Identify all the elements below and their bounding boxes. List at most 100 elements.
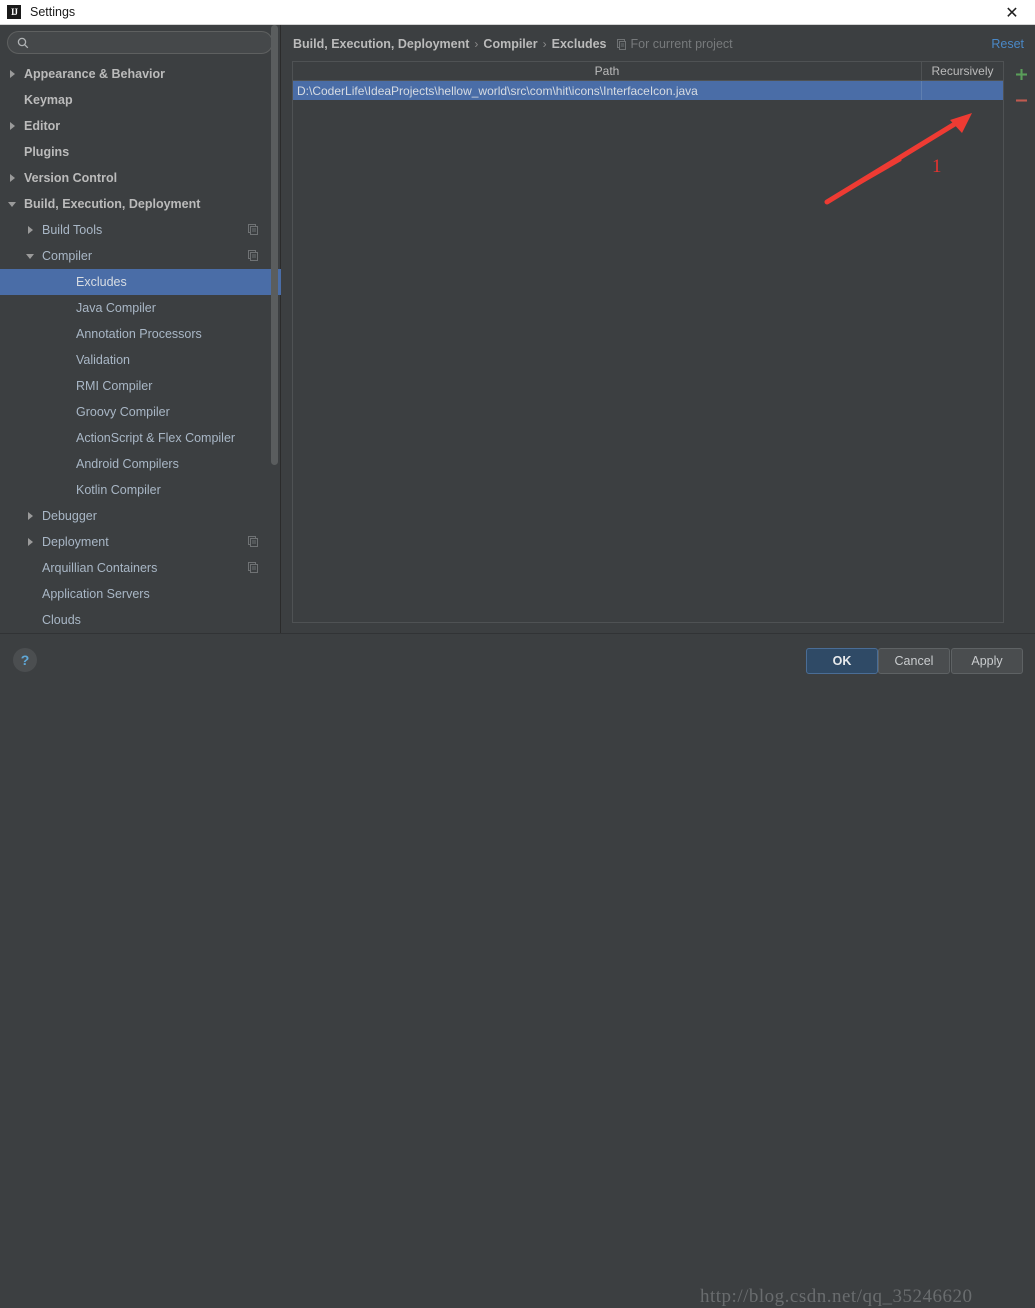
table-row[interactable]: D:\CoderLife\IdeaProjects\hellow_world\s… [293,81,1003,100]
sidebar-item-label: Excludes [76,275,127,289]
sidebar-item-label: Build Tools [42,223,103,237]
search-icon [17,37,29,48]
sidebar-item-version-control[interactable]: Version Control [0,165,281,191]
project-badge-icon [248,536,258,547]
sidebar-item-editor[interactable]: Editor [0,113,281,139]
intellij-logo-icon: IJ [7,5,21,19]
breadcrumb-separator: › [542,37,547,51]
ok-button[interactable]: OK [806,648,878,674]
sidebar-item-label: Arquillian Containers [42,561,158,575]
column-header-path[interactable]: Path [293,62,922,80]
sidebar-item-arquillian-containers[interactable]: Arquillian Containers [0,555,281,581]
sidebar-item-build-tools[interactable]: Build Tools [0,217,281,243]
close-icon[interactable]: ✕ [989,0,1035,25]
sidebar-item-kotlin-compiler[interactable]: Kotlin Compiler [0,477,281,503]
breadcrumb-item-2[interactable]: Excludes [552,37,607,51]
chevron-right-icon[interactable] [8,173,19,184]
sidebar-item-groovy-compiler[interactable]: Groovy Compiler [0,399,281,425]
plus-icon [1015,68,1027,80]
minus-icon [1015,98,1027,102]
sidebar-item-debugger[interactable]: Debugger [0,503,281,529]
watermark-text: http://blog.csdn.net/qq_35246620 [700,1286,973,1307]
dialog-footer: ? http://blog.csdn.net/qq_35246620 OK Ca… [0,633,1035,1307]
sidebar-item-validation[interactable]: Validation [0,347,281,373]
sidebar-item-plugins[interactable]: Plugins [0,139,281,165]
sidebar-item-actionscript-flex-compiler[interactable]: ActionScript & Flex Compiler [0,425,281,451]
sidebar-item-android-compilers[interactable]: Android Compilers [0,451,281,477]
chevron-right-icon[interactable] [26,511,37,522]
sidebar-item-label: Deployment [42,535,109,549]
sidebar-item-clouds[interactable]: Clouds [0,607,281,633]
table-body: D:\CoderLife\IdeaProjects\hellow_world\s… [293,81,1003,100]
sidebar-item-rmi-compiler[interactable]: RMI Compiler [0,373,281,399]
sidebar-item-deployment[interactable]: Deployment [0,529,281,555]
sidebar-item-label: Debugger [42,509,97,523]
reset-link[interactable]: Reset [991,37,1024,51]
chevron-down-icon[interactable] [26,251,37,262]
sidebar-item-appearance-behavior[interactable]: Appearance & Behavior [0,61,281,87]
breadcrumb: Build, Execution, Deployment › Compiler … [293,37,733,51]
search-box[interactable] [7,31,273,54]
sidebar-item-annotation-processors[interactable]: Annotation Processors [0,321,281,347]
project-badge-icon [248,250,258,261]
sidebar-item-label: ActionScript & Flex Compiler [76,431,236,445]
sidebar-item-label: Keymap [24,93,73,107]
sidebar-item-label: Plugins [24,145,70,159]
chevron-right-icon[interactable] [26,225,37,236]
sidebar-scrollbar[interactable] [271,25,278,597]
project-badge-icon [248,224,258,235]
sidebar-item-label: Version Control [24,171,118,185]
column-header-recursively[interactable]: Recursively [922,62,1003,80]
sidebar-item-compiler[interactable]: Compiler [0,243,281,269]
sidebar-item-label: Application Servers [42,587,150,601]
add-entry-button[interactable] [1008,61,1034,87]
project-badge-icon [248,562,258,573]
sidebar-item-label: RMI Compiler [76,379,153,393]
chevron-right-icon[interactable] [8,69,19,80]
breadcrumb-separator: › [474,37,479,51]
chevron-down-icon[interactable] [8,199,19,210]
sidebar-item-label: Editor [24,119,61,133]
table-action-buttons [1008,61,1034,113]
chevron-right-icon[interactable] [26,537,37,548]
excludes-table: Path Recursively D:\CoderLife\IdeaProjec… [292,61,1004,623]
sidebar-item-build-execution-deployment[interactable]: Build, Execution, Deployment [0,191,281,217]
sidebar-item-keymap[interactable]: Keymap [0,87,281,113]
search-container [0,25,280,54]
search-input[interactable] [35,35,263,50]
sidebar-item-label: Compiler [42,249,93,263]
cell-recursively[interactable] [922,81,1003,100]
apply-button[interactable]: Apply [951,648,1023,674]
sidebar-item-label: Android Compilers [76,457,179,471]
sidebar-item-label: Kotlin Compiler [76,483,161,497]
sidebar-item-excludes[interactable]: Excludes [0,269,281,295]
cancel-button[interactable]: Cancel [878,648,950,674]
breadcrumb-item-0[interactable]: Build, Execution, Deployment [293,37,469,51]
chevron-right-icon[interactable] [8,121,19,132]
window-title: Settings [30,5,76,19]
cell-path[interactable]: D:\CoderLife\IdeaProjects\hellow_world\s… [293,81,922,100]
sidebar-item-label: Validation [76,353,130,367]
logo-text: IJ [10,6,18,17]
project-scope-icon [616,38,626,50]
remove-entry-button[interactable] [1008,87,1034,113]
sidebar-item-label: Clouds [42,613,81,627]
help-button[interactable]: ? [13,648,37,672]
sidebar-item-application-servers[interactable]: Application Servers [0,581,281,607]
settings-tree: Appearance & Behavior Keymap Editor Plugins… [0,61,281,633]
breadcrumb-item-1[interactable]: Compiler [483,37,537,51]
sidebar-scrollbar-thumb[interactable] [271,25,278,465]
sidebar-item-label: Build, Execution, Deployment [24,197,201,211]
table-header-row: Path Recursively [293,62,1003,81]
sidebar-item-java-compiler[interactable]: Java Compiler [0,295,281,321]
